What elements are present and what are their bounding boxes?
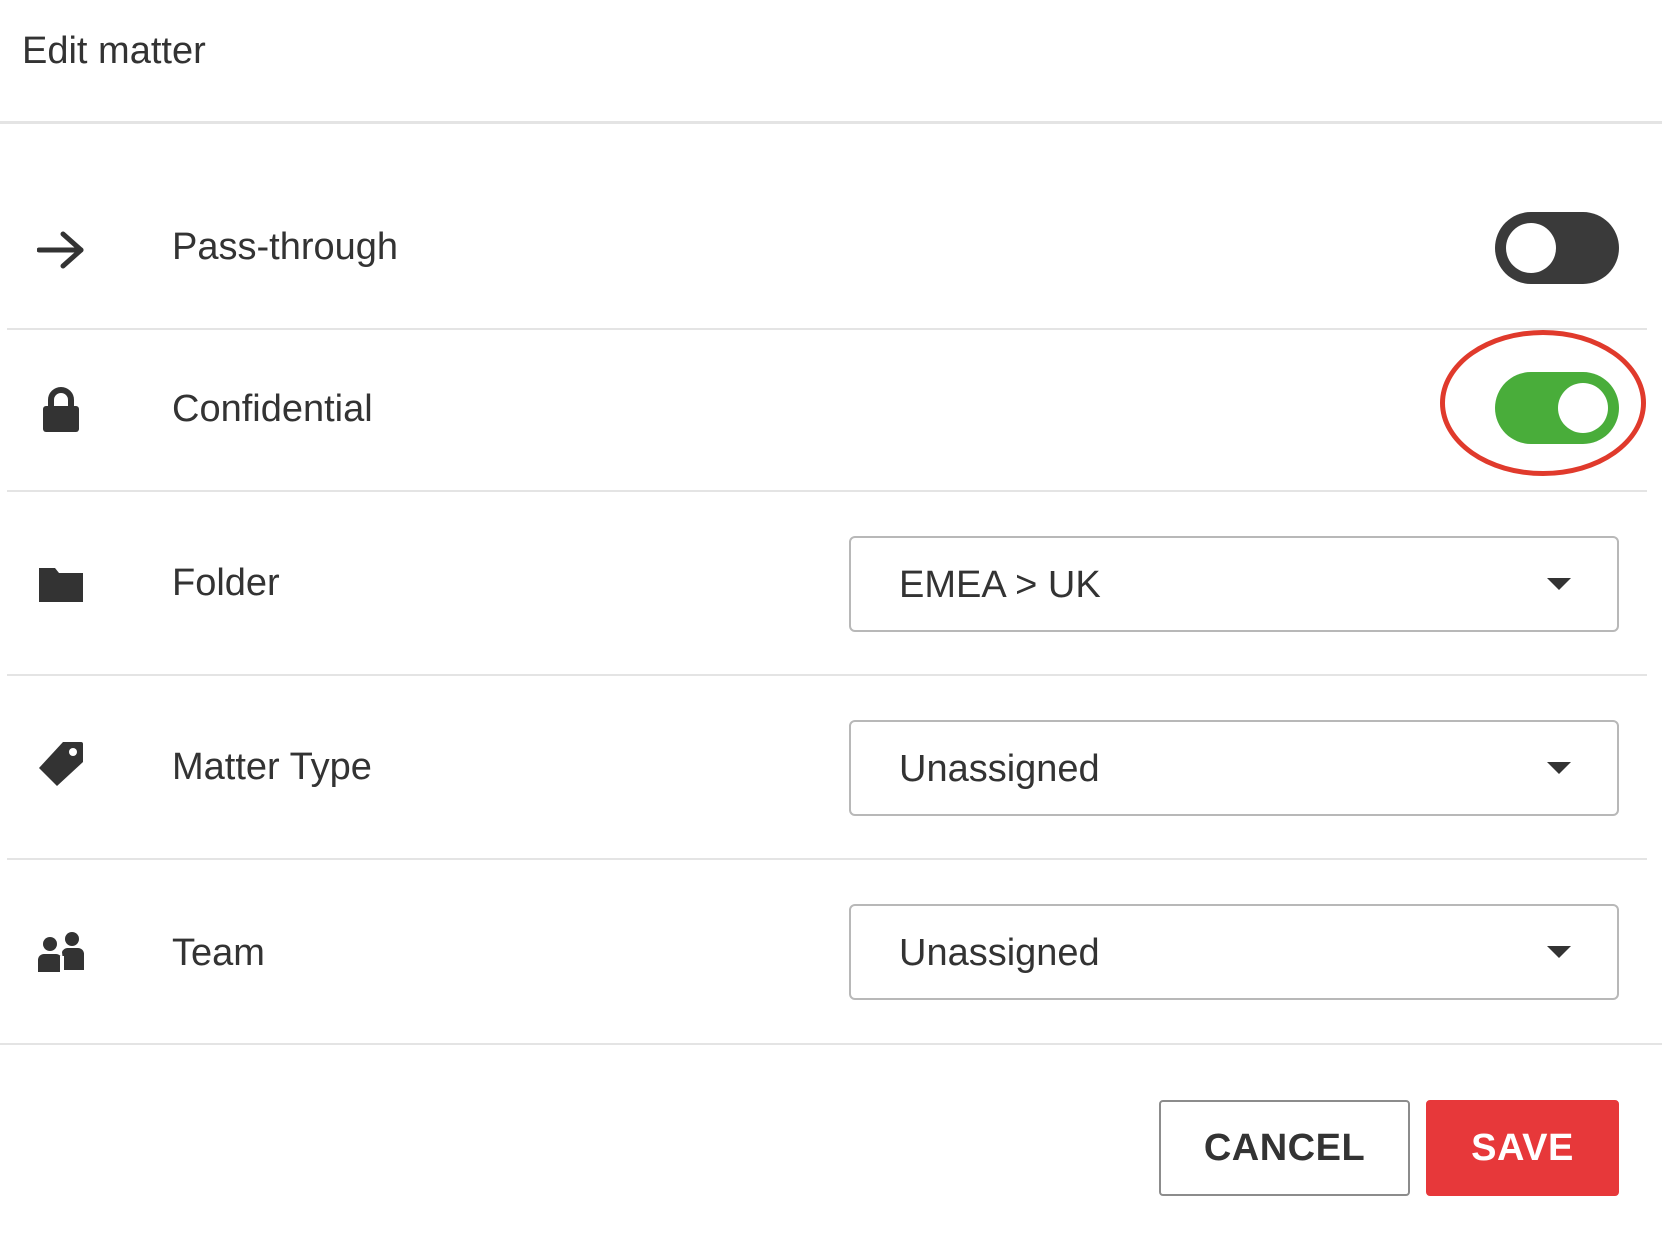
confidential-row: Confidential bbox=[7, 330, 1647, 492]
folder-select[interactable]: EMEA > UK bbox=[849, 536, 1619, 632]
matter-type-select[interactable]: Unassigned bbox=[849, 720, 1619, 816]
lock-icon bbox=[35, 384, 87, 436]
matter-type-select-value: Unassigned bbox=[899, 748, 1100, 790]
dialog-header: Edit matter bbox=[0, 0, 1662, 124]
edit-matter-dialog: Edit matter Pass-through Confidential Fo… bbox=[0, 0, 1662, 1238]
team-label: Team bbox=[172, 932, 265, 974]
folder-row: Folder EMEA > UK bbox=[7, 492, 1647, 676]
confidential-toggle[interactable] bbox=[1495, 372, 1619, 444]
toggle-knob bbox=[1506, 223, 1556, 273]
folder-icon bbox=[35, 558, 87, 610]
folder-label: Folder bbox=[172, 562, 280, 604]
tag-icon bbox=[35, 738, 87, 790]
cancel-button[interactable]: CANCEL bbox=[1159, 1100, 1410, 1196]
arrow-right-icon bbox=[35, 224, 87, 276]
chevron-down-icon bbox=[1547, 578, 1571, 590]
confidential-label: Confidential bbox=[172, 388, 373, 430]
chevron-down-icon bbox=[1547, 946, 1571, 958]
matter-type-row: Matter Type Unassigned bbox=[7, 676, 1647, 860]
pass-through-row: Pass-through bbox=[7, 170, 1647, 330]
team-select[interactable]: Unassigned bbox=[849, 904, 1619, 1000]
dialog-title: Edit matter bbox=[22, 30, 206, 72]
save-button[interactable]: SAVE bbox=[1426, 1100, 1619, 1196]
team-icon bbox=[35, 926, 87, 978]
team-select-value: Unassigned bbox=[899, 932, 1100, 974]
folder-select-value: EMEA > UK bbox=[899, 564, 1101, 606]
chevron-down-icon bbox=[1547, 762, 1571, 774]
team-row: Team Unassigned bbox=[7, 860, 1647, 1044]
matter-type-label: Matter Type bbox=[172, 746, 372, 788]
pass-through-label: Pass-through bbox=[172, 226, 399, 268]
pass-through-toggle[interactable] bbox=[1495, 212, 1619, 284]
toggle-knob bbox=[1558, 383, 1608, 433]
footer-divider bbox=[0, 1043, 1662, 1045]
